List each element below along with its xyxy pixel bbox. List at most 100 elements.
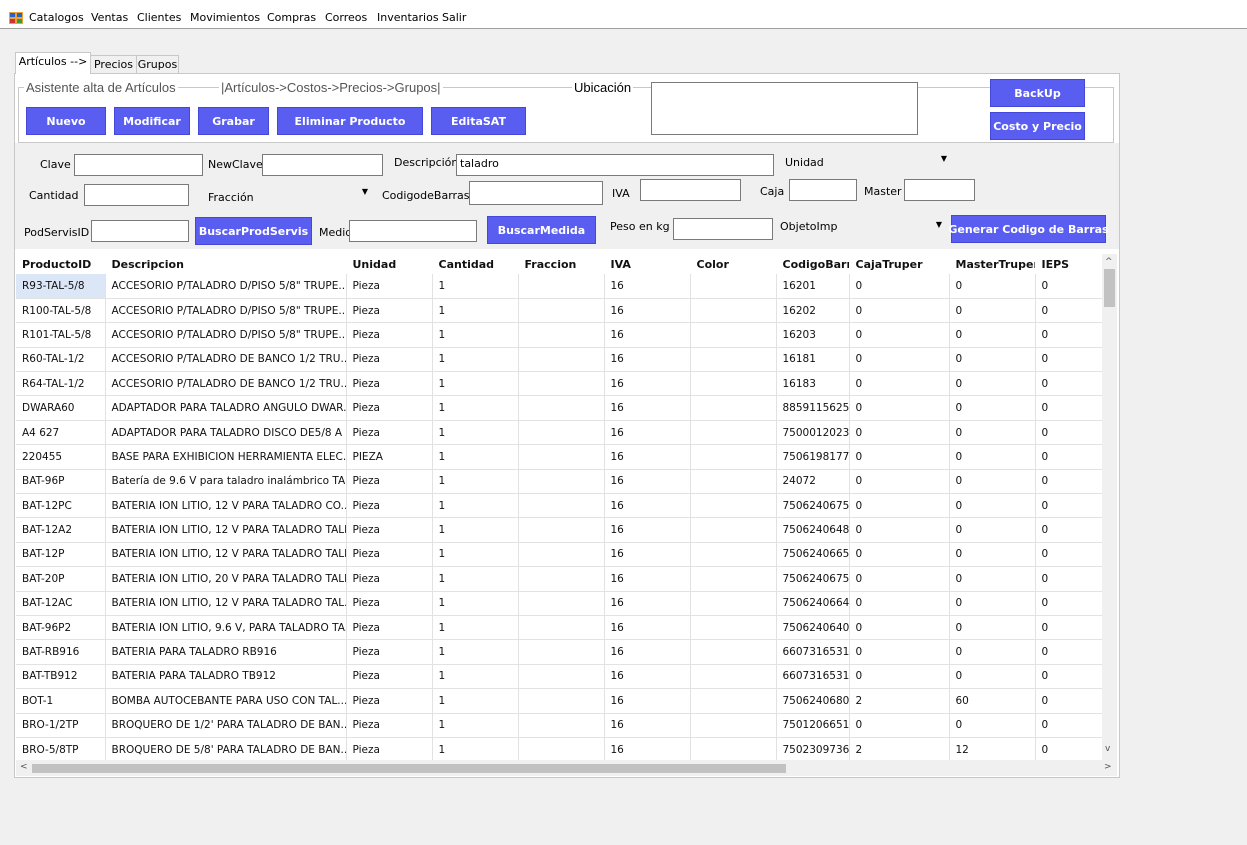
table-row[interactable]: BAT-TB912 BATERIA PARA TALADRO TB912 Pieza… xyxy=(16,664,1102,690)
grid-cell[interactable]: 60 xyxy=(949,688,1036,714)
grid-cell[interactable]: BAT-20P xyxy=(16,566,106,592)
grid-cell[interactable]: Pieza xyxy=(346,542,433,568)
grid-cell[interactable]: 0 xyxy=(849,298,950,324)
grid-cell[interactable]: 0 xyxy=(949,444,1036,470)
grid-cell[interactable]: ACCESORIO P/TALADRO D/PISO 5/8" TRUPE... xyxy=(105,274,347,299)
grid-cell[interactable]: 0 xyxy=(949,639,1036,665)
grid-cell[interactable]: 0 xyxy=(1035,542,1102,568)
grid-cell[interactable] xyxy=(690,395,777,421)
peso-input[interactable] xyxy=(673,218,773,240)
grid-cell[interactable]: 7506240675495 xyxy=(776,493,850,519)
grid-cell[interactable]: R101-TAL-5/8 xyxy=(16,322,106,348)
grid-cell[interactable]: 16 xyxy=(604,713,691,738)
grid-cell[interactable]: 1 xyxy=(432,688,519,714)
menu-correos[interactable]: Correos xyxy=(325,11,367,24)
grid-cell[interactable]: Pieza xyxy=(346,347,433,373)
grid-cell[interactable]: 7506240680260 xyxy=(776,688,850,714)
grid-cell[interactable]: Pieza xyxy=(346,639,433,665)
grid-cell[interactable]: 660731653168 xyxy=(776,664,850,690)
grid-cell[interactable]: 7502309736800 xyxy=(776,737,850,760)
grid-cell[interactable]: 16 xyxy=(604,566,691,592)
location-textbox[interactable] xyxy=(651,82,918,135)
grid-cell[interactable]: ADAPTADOR PARA TALADRO DISCO DE5/8 A ... xyxy=(105,420,347,446)
costo-precio-button[interactable]: Costo y Precio xyxy=(990,112,1085,140)
grid-cell[interactable]: 0 xyxy=(849,664,950,690)
grid-cell[interactable]: 0 xyxy=(949,274,1036,299)
table-row[interactable]: BAT-20P BATERIA ION LITIO, 20 V PARA TALA… xyxy=(16,566,1102,592)
grid-cell[interactable]: 7506198177379 xyxy=(776,444,850,470)
grid-cell[interactable]: Pieza xyxy=(346,322,433,348)
table-row[interactable]: BAT-12A2 BATERIA ION LITIO, 12 V PARA TAL… xyxy=(16,517,1102,543)
grid-cell[interactable]: BATERIA ION LITIO, 9.6 V, PARA TALADRO T… xyxy=(105,615,347,641)
grid-cell[interactable]: 0 xyxy=(949,469,1036,495)
clave-input[interactable] xyxy=(74,154,203,176)
grid-cell[interactable]: 0 xyxy=(849,639,950,665)
master-input[interactable] xyxy=(904,179,975,201)
modificar-button[interactable]: Modificar xyxy=(114,107,190,135)
grid-cell[interactable]: 7506240665014 xyxy=(776,542,850,568)
grid-cell[interactable]: 16201 xyxy=(776,274,850,299)
grid-cell[interactable]: BROQUERO DE 5/8' PARA TALADRO DE BAN... xyxy=(105,737,347,760)
column-header-productoid[interactable]: ProductoID xyxy=(16,254,106,274)
grid-cell[interactable]: 16 xyxy=(604,395,691,421)
grid-cell[interactable]: Pieza xyxy=(346,713,433,738)
grid-cell[interactable] xyxy=(690,664,777,690)
grid-cell[interactable] xyxy=(690,420,777,446)
grid-cell[interactable]: 0 xyxy=(949,566,1036,592)
grid-cell[interactable]: 0 xyxy=(949,542,1036,568)
grid-cell[interactable]: 1 xyxy=(432,615,519,641)
grid-cell[interactable]: 0 xyxy=(949,591,1036,616)
menu-inventarios[interactable]: Inventarios xyxy=(377,11,439,24)
grid-cell[interactable]: 16 xyxy=(604,298,691,324)
grid-cell[interactable]: BOMBA AUTOCEBANTE PARA USO CON TAL... xyxy=(105,688,347,714)
grid-cell[interactable]: 0 xyxy=(1035,371,1102,397)
grid-cell[interactable] xyxy=(690,737,777,760)
grid-cell[interactable]: ACCESORIO P/TALADRO DE BANCO 1/2 TRU... xyxy=(105,371,347,397)
table-row[interactable]: BAT-12PC BATERIA ION LITIO, 12 V PARA TAL… xyxy=(16,493,1102,519)
column-header-cantidad[interactable]: Cantidad xyxy=(432,254,519,274)
grid-cell[interactable]: 16 xyxy=(604,469,691,495)
table-row[interactable]: BAT-12AC BATERIA ION LITIO, 12 V PARA TAL… xyxy=(16,591,1102,616)
editasat-button[interactable]: EditaSAT xyxy=(431,107,526,135)
grid-cell[interactable]: 2 xyxy=(849,737,950,760)
menu-salir[interactable]: Salir xyxy=(442,11,466,24)
grid-cell[interactable]: 12 xyxy=(949,737,1036,760)
grid-cell[interactable] xyxy=(518,469,605,495)
grid-cell[interactable]: Pieza xyxy=(346,395,433,421)
table-row[interactable]: BRO-5/8TP BROQUERO DE 5/8' PARA TALADRO D… xyxy=(16,737,1102,760)
grid-cell[interactable]: 1 xyxy=(432,395,519,421)
grid-cell[interactable]: Pieza xyxy=(346,615,433,641)
grid-cell[interactable]: BAT-12PC xyxy=(16,493,106,519)
grid-cell[interactable]: 0 xyxy=(949,371,1036,397)
grid-cell[interactable]: Pieza xyxy=(346,469,433,495)
grid-cell[interactable]: 16 xyxy=(604,542,691,568)
grid-cell[interactable] xyxy=(690,322,777,348)
grid-cell[interactable]: 1 xyxy=(432,322,519,348)
grid-cell[interactable] xyxy=(518,639,605,665)
grid-cell[interactable]: 0 xyxy=(949,517,1036,543)
unidad-combo[interactable]: ▼ xyxy=(831,151,951,171)
grid-cell[interactable]: R93-TAL-5/8 xyxy=(16,274,106,299)
grid-cell[interactable]: BAT-96P2 xyxy=(16,615,106,641)
grid-cell[interactable] xyxy=(518,322,605,348)
grid-cell[interactable] xyxy=(518,664,605,690)
nuevo-button[interactable]: Nuevo xyxy=(26,107,106,135)
buscar-prodservis-button[interactable]: BuscarProdServis xyxy=(195,217,312,245)
grid-cell[interactable]: 0 xyxy=(1035,444,1102,470)
grid-cell[interactable]: 0 xyxy=(849,591,950,616)
grid-cell[interactable] xyxy=(690,591,777,616)
generar-codigo-button[interactable]: Generar Codigo de Barras xyxy=(948,215,1109,243)
grid-cell[interactable] xyxy=(518,347,605,373)
table-row[interactable]: BRO-1/2TP BROQUERO DE 1/2' PARA TALADRO D… xyxy=(16,713,1102,738)
grid-cell[interactable] xyxy=(518,274,605,299)
grid-cell[interactable] xyxy=(690,517,777,543)
grid-cell[interactable]: 16 xyxy=(604,322,691,348)
grid-cell[interactable]: 0 xyxy=(849,274,950,299)
grid-cell[interactable] xyxy=(518,737,605,760)
grid-cell[interactable]: 0 xyxy=(849,542,950,568)
grid-cell[interactable]: 7506240664451 xyxy=(776,591,850,616)
tab-articulos[interactable]: Artículos --> xyxy=(15,52,91,74)
grid-cell[interactable]: 2 xyxy=(849,688,950,714)
column-header-fraccion[interactable]: Fraccion xyxy=(518,254,605,274)
column-header-unidad[interactable]: Unidad xyxy=(346,254,433,274)
